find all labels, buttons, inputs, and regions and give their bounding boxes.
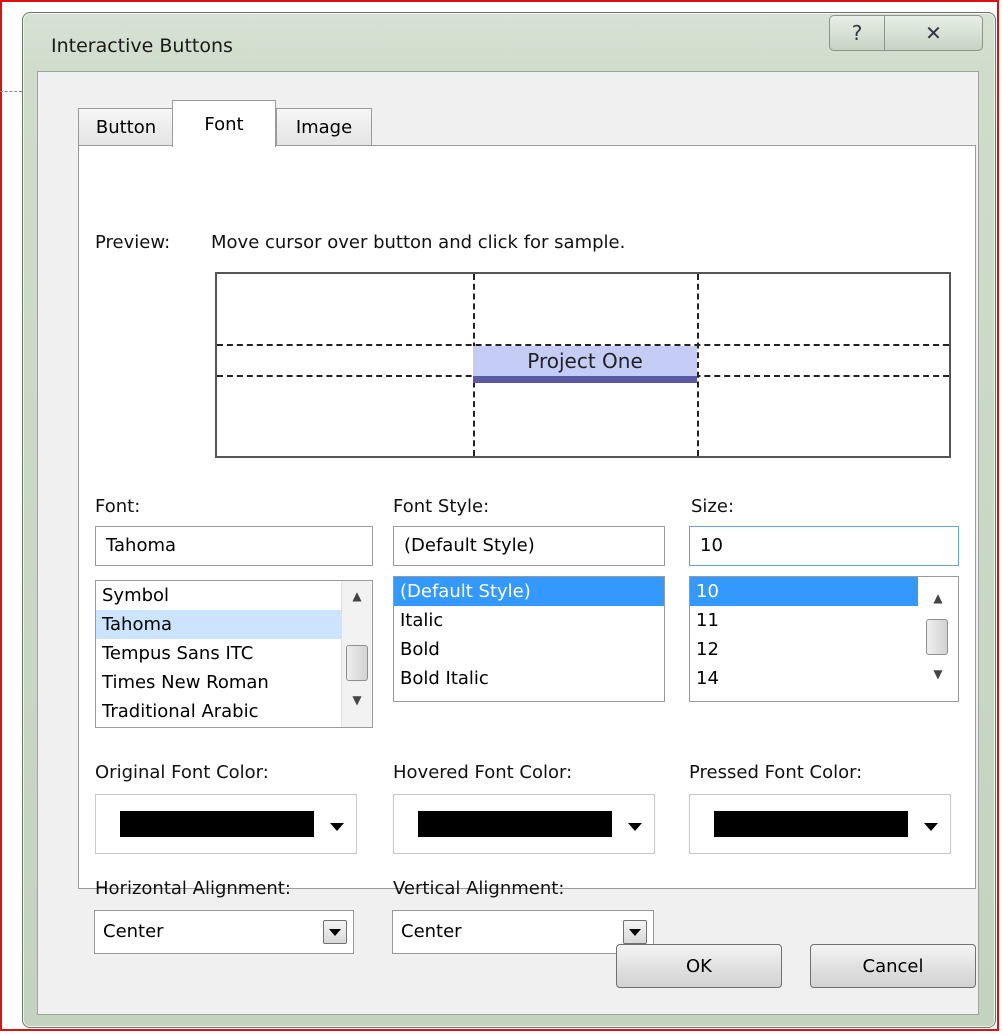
vertical-alignment-label: Vertical Alignment: xyxy=(393,878,565,899)
scroll-thumb[interactable] xyxy=(926,619,948,655)
dialog-window: Interactive Buttons ? ✕ Button Font Imag… xyxy=(22,12,996,1028)
preview-hint: Move cursor over button and click for sa… xyxy=(211,232,626,253)
list-item[interactable]: Tahoma xyxy=(96,610,372,639)
guide-line xyxy=(697,274,699,456)
ok-button[interactable]: OK xyxy=(616,944,782,988)
tab-label: Button xyxy=(95,117,157,138)
vertical-alignment-value: Center xyxy=(401,921,462,942)
scroll-thumb[interactable] xyxy=(346,645,368,681)
list-item[interactable]: Bold Italic xyxy=(394,664,664,693)
list-item[interactable]: Times New Roman xyxy=(96,668,372,697)
scroll-up-icon[interactable]: ▲ xyxy=(342,589,372,611)
sample-button-label: Project One xyxy=(527,349,643,373)
dropdown-arrow-icon xyxy=(628,823,642,831)
font-list-scrollbar[interactable]: ▲ ▼ xyxy=(341,581,372,727)
preview-area[interactable]: Project One xyxy=(215,272,951,458)
hovered-color-label: Hovered Font Color: xyxy=(393,762,573,783)
preview-label: Preview: xyxy=(95,232,171,253)
size-list-scrollbar[interactable]: ▲ ▼ xyxy=(918,577,958,701)
sample-button-shadow xyxy=(473,376,697,383)
pressed-color-swatch xyxy=(714,811,908,837)
tab-font[interactable]: Font xyxy=(172,100,276,147)
scroll-up-icon[interactable]: ▲ xyxy=(918,591,958,613)
font-style-label: Font Style: xyxy=(393,496,490,517)
list-item[interactable]: Traditional Arabic xyxy=(96,697,372,726)
dropdown-arrow-icon[interactable] xyxy=(623,920,647,944)
tab-button[interactable]: Button xyxy=(78,108,174,146)
tab-image[interactable]: Image xyxy=(276,108,372,146)
horizontal-alignment-label: Horizontal Alignment: xyxy=(95,878,291,899)
dropdown-arrow-icon[interactable] xyxy=(323,920,347,944)
dropdown-arrow-icon xyxy=(924,823,938,831)
help-button[interactable]: ? xyxy=(829,15,885,51)
help-icon: ? xyxy=(851,21,863,45)
list-item[interactable]: Bold xyxy=(394,635,664,664)
font-style-list[interactable]: (Default Style) Italic Bold Bold Italic xyxy=(393,576,665,702)
close-icon: ✕ xyxy=(925,21,942,45)
pressed-color-picker[interactable] xyxy=(689,794,951,854)
close-button[interactable]: ✕ xyxy=(885,15,983,51)
dropdown-arrow-icon xyxy=(330,823,344,831)
size-label: Size: xyxy=(691,496,735,517)
pressed-color-label: Pressed Font Color: xyxy=(689,762,863,783)
vertical-alignment-select[interactable]: Center xyxy=(392,910,654,954)
font-label: Font: xyxy=(95,496,141,517)
list-item[interactable]: Symbol xyxy=(96,581,372,610)
dialog-client-area: Button Font Image Preview: Move cursor o… xyxy=(37,71,979,1015)
sample-button[interactable]: Project One xyxy=(473,346,697,376)
hovered-color-picker[interactable] xyxy=(393,794,655,854)
tab-label: Image xyxy=(295,117,353,138)
font-input[interactable]: Tahoma xyxy=(95,526,373,566)
list-item[interactable]: 10 xyxy=(690,577,918,606)
list-item[interactable]: Tempus Sans ITC xyxy=(96,639,372,668)
hovered-color-swatch xyxy=(418,811,612,837)
font-style-input[interactable]: (Default Style) xyxy=(393,526,665,566)
original-color-picker[interactable] xyxy=(95,794,357,854)
cancel-button[interactable]: Cancel xyxy=(810,944,976,988)
background-divider xyxy=(0,91,22,92)
horizontal-alignment-select[interactable]: Center xyxy=(94,910,354,954)
list-item[interactable]: (Default Style) xyxy=(394,577,664,606)
horizontal-alignment-value: Center xyxy=(103,921,164,942)
font-tab-panel: Preview: Move cursor over button and cli… xyxy=(78,145,976,899)
size-input[interactable]: 10 xyxy=(689,526,959,566)
scroll-down-icon[interactable]: ▼ xyxy=(342,693,372,715)
list-item[interactable]: Italic xyxy=(394,606,664,635)
original-color-label: Original Font Color: xyxy=(95,762,269,783)
scroll-down-icon[interactable]: ▼ xyxy=(918,667,958,689)
font-list[interactable]: Symbol Tahoma Tempus Sans ITC Times New … xyxy=(95,580,373,728)
size-list[interactable]: 10 11 12 14 ▲ ▼ xyxy=(689,576,959,702)
tab-label: Font xyxy=(204,113,244,135)
dialog-title: Interactive Buttons xyxy=(51,35,233,57)
original-color-swatch xyxy=(120,811,314,837)
